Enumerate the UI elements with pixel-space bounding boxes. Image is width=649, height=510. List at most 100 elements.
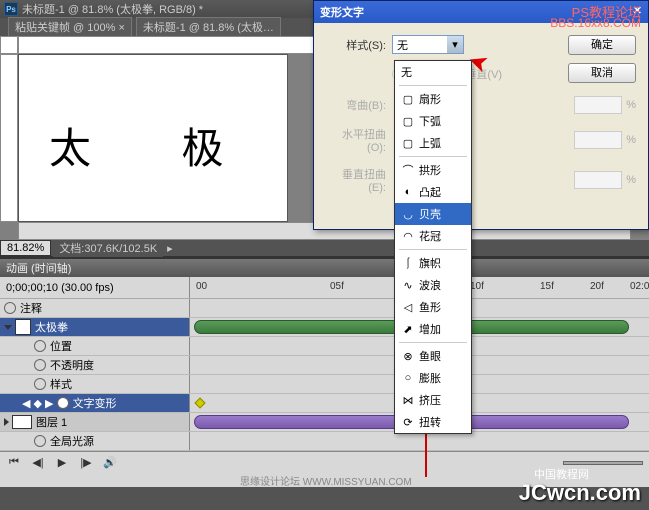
row-layer1[interactable]: 图层 1 xyxy=(0,413,649,432)
ruler-vertical[interactable] xyxy=(0,54,18,222)
stopwatch-icon[interactable] xyxy=(34,378,46,390)
dialog-title: 变形文字 xyxy=(320,4,364,20)
watermark-bbs: BBS.16xx8.COM xyxy=(550,16,641,30)
doc-size: 文档:307.6K/102.5K xyxy=(53,239,163,257)
keyframe-icon[interactable] xyxy=(194,397,205,408)
chevron-down-icon[interactable]: ▾ xyxy=(447,36,463,53)
loop-button[interactable]: 🔊 xyxy=(102,456,118,470)
style-dropdown[interactable]: 无 ▢扇形 ▢下弧 ▢上弧 ⌒拱形 ◐凸起 ◡贝壳 ◠花冠 ⎰旗帜 ∿波浪 ◁鱼… xyxy=(394,60,472,434)
inflate-icon: ○ xyxy=(401,373,415,384)
wave-icon: ∿ xyxy=(401,280,415,291)
tab-untitled[interactable]: 未标题-1 @ 81.8% (太极… xyxy=(136,17,281,37)
tick-4: 20f xyxy=(590,281,604,292)
label-opacity: 不透明度 xyxy=(50,357,94,373)
dd-arclower[interactable]: ▢下弧 xyxy=(395,110,471,132)
separator xyxy=(399,156,467,157)
vdist-input[interactable] xyxy=(574,171,622,189)
dd-flag[interactable]: ⎰旗帜 xyxy=(395,252,471,274)
tick-3: 15f xyxy=(540,281,554,292)
dd-none[interactable]: 无 xyxy=(395,61,471,83)
label-globallight: 全局光源 xyxy=(50,433,94,449)
ok-button[interactable]: 确定 xyxy=(568,35,636,55)
bulge-icon: ◐ xyxy=(401,187,415,198)
arc-icon: ▢ xyxy=(401,94,415,105)
watermark-jcwcn: JCwcn.com xyxy=(519,480,641,506)
ruler-corner xyxy=(0,36,18,54)
row-comments[interactable]: 注释 xyxy=(0,299,649,318)
next-frame-button[interactable]: |▶ xyxy=(78,456,94,470)
stopwatch-icon[interactable] xyxy=(4,302,16,314)
squeeze-icon: ⋈ xyxy=(401,395,415,406)
dd-shell[interactable]: ◡贝壳 xyxy=(395,203,471,225)
dd-rise[interactable]: ⬈增加 xyxy=(395,318,471,340)
separator xyxy=(399,249,467,250)
ps-logo-icon: Ps xyxy=(4,2,18,16)
dd-fish[interactable]: ◁鱼形 xyxy=(395,296,471,318)
cancel-button[interactable]: 取消 xyxy=(568,63,636,83)
layer-thumb-icon xyxy=(12,415,32,429)
label-warp: 文字变形 xyxy=(73,395,117,411)
timeline-ruler[interactable]: 0;00;00;10 (30.00 fps) 00 05f 10f 15f 20… xyxy=(0,277,649,299)
tab-paste-keyframe[interactable]: 粘贴关键帧 @ 100% × xyxy=(8,17,132,37)
dd-arch[interactable]: ⌒拱形 xyxy=(395,159,471,181)
hdist-label: 水平扭曲(O): xyxy=(326,126,386,154)
zoom-slider[interactable] xyxy=(563,461,643,465)
style-combobox[interactable]: 无 ▾ xyxy=(392,35,464,54)
dd-squeeze[interactable]: ⋈挤压 xyxy=(395,389,471,411)
dd-shellupper[interactable]: ◠花冠 xyxy=(395,225,471,247)
dd-bulge[interactable]: ◐凸起 xyxy=(395,181,471,203)
hdist-input[interactable] xyxy=(574,131,622,149)
current-time[interactable]: 0;00;00;10 xyxy=(6,282,58,294)
shellupper-icon: ◠ xyxy=(401,231,415,242)
dd-inflate[interactable]: ○膨胀 xyxy=(395,367,471,389)
twist-icon: ⟳ xyxy=(401,417,415,428)
label-style: 样式 xyxy=(50,376,72,392)
watermark-missyuan: 思缘设计论坛 WWW.MISSYUAN.COM xyxy=(240,473,412,488)
status-bar: 81.82% 文档:307.6K/102.5K ▸ xyxy=(0,240,649,256)
rise-icon: ⬈ xyxy=(401,324,415,335)
dd-wave[interactable]: ∿波浪 xyxy=(395,274,471,296)
tick-5: 02:0 xyxy=(630,281,649,292)
stopwatch-icon[interactable] xyxy=(34,359,46,371)
bend-input[interactable] xyxy=(574,96,622,114)
pct-label: % xyxy=(626,134,636,146)
pct-label: % xyxy=(626,99,636,111)
fps-label: (30.00 fps) xyxy=(61,282,114,294)
dd-fisheye[interactable]: ⊗鱼眼 xyxy=(395,345,471,367)
arrow-icon[interactable]: ▸ xyxy=(167,242,173,255)
canvas-text[interactable]: 太 极 xyxy=(49,115,264,176)
row-opacity[interactable]: 不透明度 xyxy=(0,356,649,375)
bend-label: 弯曲(B): xyxy=(326,97,386,113)
zoom-level[interactable]: 81.82% xyxy=(0,240,51,256)
app-title: 未标题-1 @ 81.8% (太极拳, RGB/8) * xyxy=(22,1,203,17)
prev-frame-button[interactable]: ◀| xyxy=(30,456,46,470)
row-taiji-layer[interactable]: T太极拳 xyxy=(0,318,649,337)
dd-twist[interactable]: ⟳扭转 xyxy=(395,411,471,433)
separator xyxy=(399,342,467,343)
rewind-button[interactable]: ⏮ xyxy=(6,456,22,470)
animation-panel-header[interactable]: 动画 (时间轴) xyxy=(0,259,649,277)
label-taiji: 太极拳 xyxy=(35,319,68,335)
label-layer1: 图层 1 xyxy=(36,414,67,430)
shell-icon: ◡ xyxy=(401,209,415,220)
vdist-label: 垂直扭曲(E): xyxy=(326,166,386,194)
stopwatch-icon[interactable] xyxy=(34,340,46,352)
arcupper-icon: ▢ xyxy=(401,138,415,149)
row-text-warp[interactable]: ◀ ◆ ▶ 文字变形 xyxy=(0,394,649,413)
animation-title: 动画 (时间轴) xyxy=(6,260,71,276)
disclosure-icon[interactable] xyxy=(4,325,12,330)
row-globallight[interactable]: 全局光源 xyxy=(0,432,649,451)
disclosure-icon[interactable] xyxy=(4,418,9,426)
pct-label: % xyxy=(626,174,636,186)
tick-2: 10f xyxy=(470,281,484,292)
label-comments: 注释 xyxy=(20,300,42,316)
row-style[interactable]: 样式 xyxy=(0,375,649,394)
stopwatch-icon[interactable] xyxy=(57,397,69,409)
stopwatch-icon[interactable] xyxy=(34,435,46,447)
row-position[interactable]: 位置 xyxy=(0,337,649,356)
dd-arcupper[interactable]: ▢上弧 xyxy=(395,132,471,154)
dd-arc[interactable]: ▢扇形 xyxy=(395,88,471,110)
play-button[interactable]: ▶ xyxy=(54,456,70,470)
arclower-icon: ▢ xyxy=(401,116,415,127)
document-canvas[interactable]: 太 极 xyxy=(18,54,288,222)
